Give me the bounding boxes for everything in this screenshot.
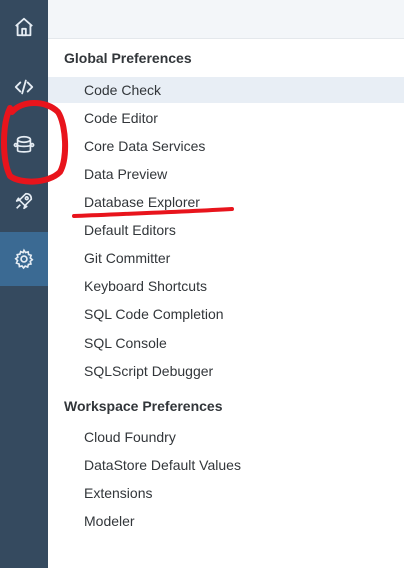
sidebar-code-button[interactable] [0,60,48,114]
sidebar-home-button[interactable] [0,0,48,54]
pref-item-extensions[interactable]: Extensions [48,480,404,506]
pref-item-cloud-foundry[interactable]: Cloud Foundry [48,424,404,450]
sidebar-deploy-button[interactable] [0,174,48,228]
pref-item-datastore-default-values[interactable]: DataStore Default Values [48,452,404,478]
pref-item-git-committer[interactable]: Git Committer [48,245,404,271]
global-preferences-header: Global Preferences [64,50,192,66]
database-icon [13,135,35,153]
pref-item-keyboard-shortcuts[interactable]: Keyboard Shortcuts [48,273,404,299]
code-icon [14,79,34,95]
pref-item-code-check[interactable]: Code Check [48,77,404,103]
pref-item-sql-console[interactable]: SQL Console [48,330,404,356]
gear-icon [14,248,34,270]
sidebar-database-button[interactable] [0,118,48,172]
preferences-panel: Global Preferences Code Check Code Edito… [48,0,404,568]
pref-item-database-explorer[interactable]: Database Explorer [48,189,404,215]
home-icon [15,17,33,37]
sidebar-preferences-button[interactable] [0,232,48,286]
panel-header-bar [48,0,404,39]
pref-item-sql-code-completion[interactable]: SQL Code Completion [48,301,404,327]
pref-item-sqlscript-debugger[interactable]: SQLScript Debugger [48,358,404,384]
workspace-preferences-header: Workspace Preferences [64,398,223,414]
pref-item-default-editors[interactable]: Default Editors [48,217,404,243]
pref-item-data-preview[interactable]: Data Preview [48,161,404,187]
app-window: Global Preferences Code Check Code Edito… [0,0,404,568]
pref-item-modeler[interactable]: Modeler [48,508,404,534]
pref-item-code-editor[interactable]: Code Editor [48,105,404,131]
rocket-icon [15,192,33,210]
sidebar [0,0,48,568]
pref-item-core-data-services[interactable]: Core Data Services [48,133,404,159]
